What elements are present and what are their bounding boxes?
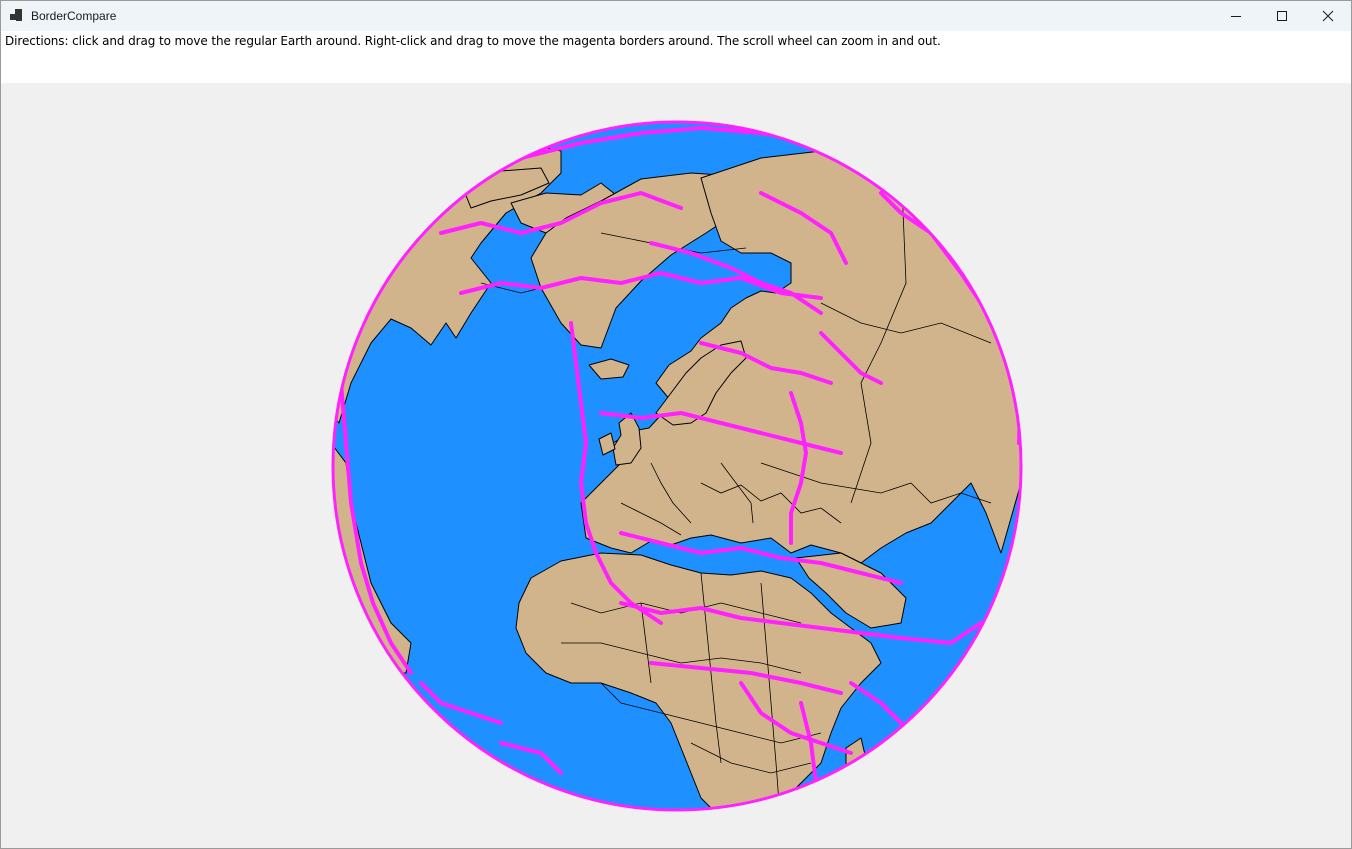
app-window: BorderCompare Directions: click and drag… bbox=[0, 0, 1352, 849]
directions-label: Directions: click and drag to move the r… bbox=[5, 34, 941, 48]
close-icon bbox=[1322, 10, 1334, 22]
globe-view[interactable] bbox=[1, 83, 1351, 848]
minimize-button[interactable] bbox=[1213, 1, 1259, 31]
globe-canvas[interactable] bbox=[1, 83, 1351, 848]
minimize-icon bbox=[1231, 16, 1241, 17]
maximize-button[interactable] bbox=[1259, 1, 1305, 31]
title-bar[interactable]: BorderCompare bbox=[1, 1, 1351, 31]
app-window-icon bbox=[10, 9, 24, 23]
window-title: BorderCompare bbox=[31, 9, 117, 23]
maximize-icon bbox=[1277, 11, 1287, 21]
close-button[interactable] bbox=[1305, 1, 1351, 31]
directions-panel: Directions: click and drag to move the r… bbox=[1, 31, 1351, 83]
window-controls bbox=[1213, 1, 1351, 31]
